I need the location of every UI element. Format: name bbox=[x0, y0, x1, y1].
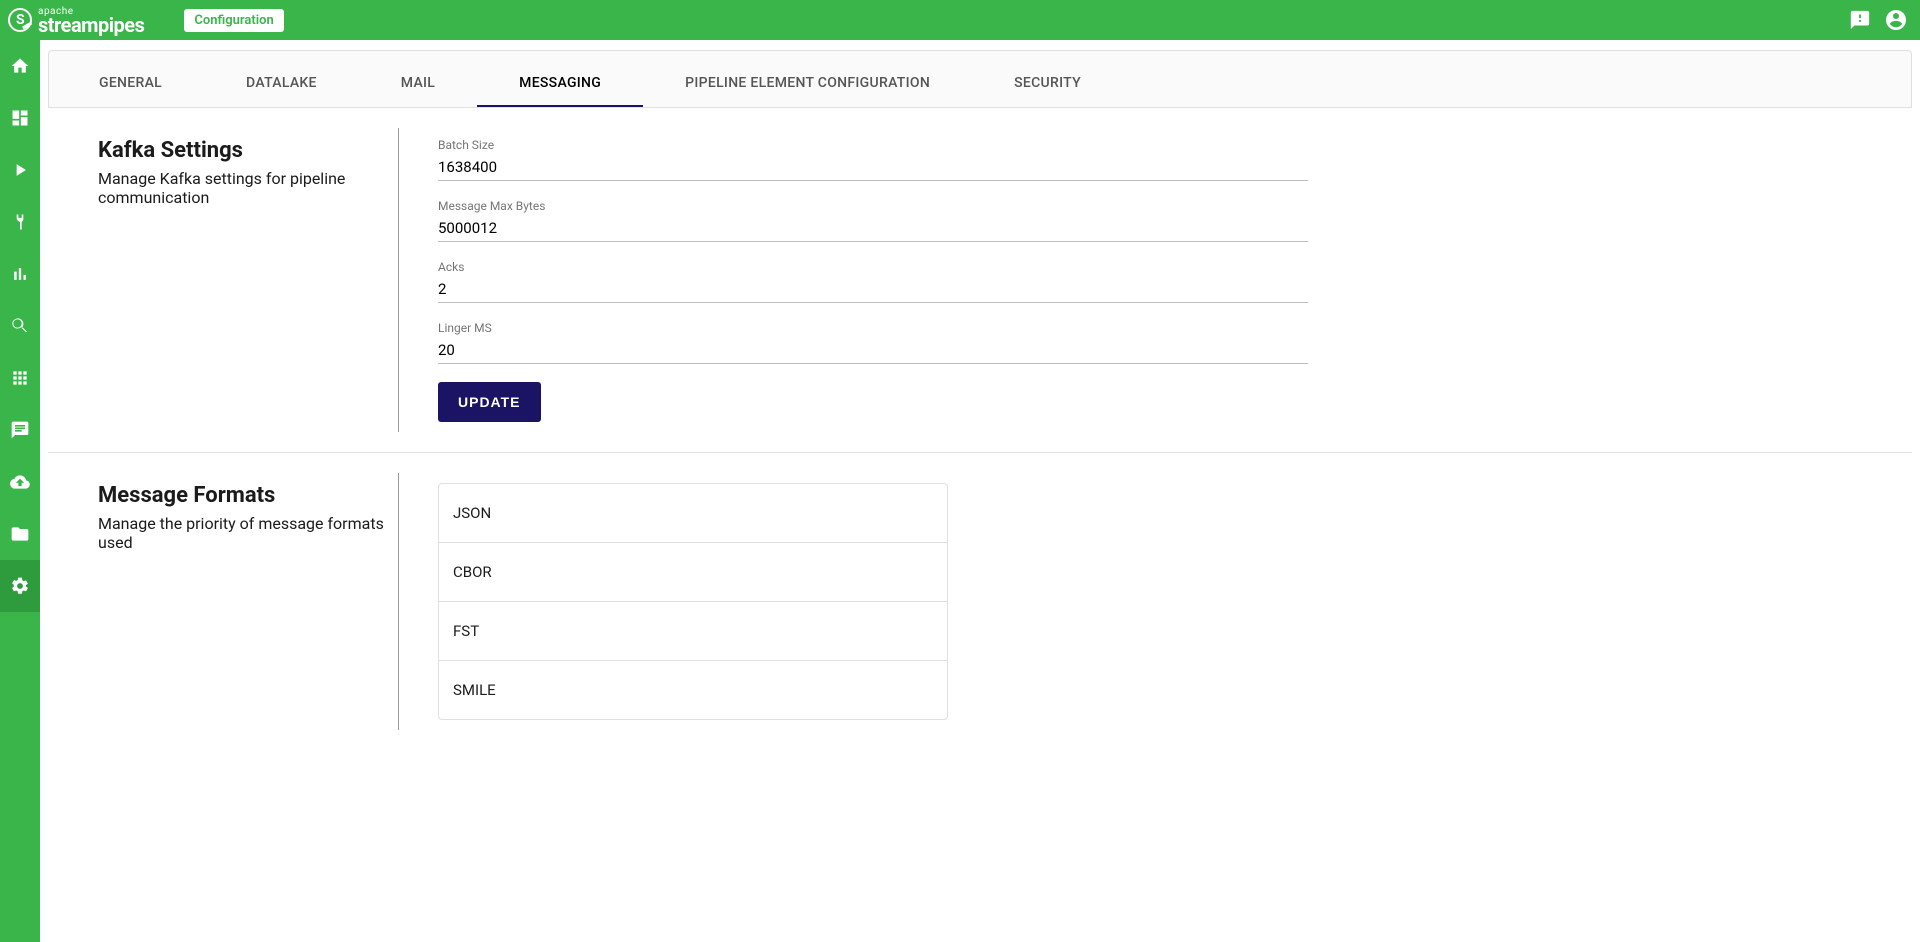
format-item-fst[interactable]: FST bbox=[439, 602, 947, 661]
kafka-form: Batch Size Message Max Bytes Acks Linger MS… bbox=[438, 138, 1862, 422]
formats-description: Manage the priority of message formats u… bbox=[98, 514, 388, 552]
field-label: Acks bbox=[438, 260, 1308, 274]
field-input-linger-ms[interactable] bbox=[438, 337, 1308, 364]
sidebar-item-home[interactable] bbox=[0, 40, 40, 92]
field-acks: Acks bbox=[438, 260, 1308, 303]
section-formats: Message Formats Manage the priority of m… bbox=[48, 453, 1912, 750]
field-label: Message Max Bytes bbox=[438, 199, 1308, 213]
field-input-message-max-bytes[interactable] bbox=[438, 215, 1308, 242]
topbar: S apache streampipes Configuration bbox=[0, 0, 1920, 40]
tab-datalake[interactable]: DATALAKE bbox=[204, 61, 359, 107]
kafka-description: Manage Kafka settings for pipeline commu… bbox=[98, 169, 388, 207]
section-kafka: Kafka Settings Manage Kafka settings for… bbox=[48, 108, 1912, 453]
formats-title: Message Formats bbox=[98, 483, 388, 508]
tab-general[interactable]: GENERAL bbox=[57, 61, 204, 107]
config-tabs: GENERALDATALAKEMAILMESSAGINGPIPELINE ELE… bbox=[48, 50, 1912, 108]
formats-list: JSONCBORFSTSMILE bbox=[438, 483, 948, 720]
update-button[interactable]: UPDATE bbox=[438, 382, 541, 422]
format-item-smile[interactable]: SMILE bbox=[439, 661, 947, 719]
tab-mail[interactable]: MAIL bbox=[359, 61, 477, 107]
tab-security[interactable]: SECURITY bbox=[972, 61, 1123, 107]
sidebar-item-apps[interactable] bbox=[0, 352, 40, 404]
sidebar-item-pipelines[interactable] bbox=[0, 144, 40, 196]
logo-mark-icon: S bbox=[8, 8, 32, 32]
sidebar-item-assets[interactable] bbox=[0, 508, 40, 560]
logo[interactable]: S apache streampipes bbox=[8, 7, 144, 34]
tab-pipeline-element-configuration[interactable]: PIPELINE ELEMENT CONFIGURATION bbox=[643, 61, 972, 107]
sidebar-item-data-explorer[interactable] bbox=[0, 248, 40, 300]
field-input-acks[interactable] bbox=[438, 276, 1308, 303]
kafka-title: Kafka Settings bbox=[98, 138, 388, 163]
context-chip[interactable]: Configuration bbox=[184, 9, 283, 32]
field-label: Linger MS bbox=[438, 321, 1308, 335]
feedback-icon[interactable] bbox=[1846, 6, 1874, 34]
account-icon[interactable] bbox=[1882, 6, 1910, 34]
sidebar-item-connect[interactable] bbox=[0, 196, 40, 248]
tab-messaging[interactable]: MESSAGING bbox=[477, 61, 643, 107]
sidebar-item-notifications[interactable] bbox=[0, 404, 40, 456]
sidebar bbox=[0, 40, 40, 942]
logo-name: streampipes bbox=[38, 13, 144, 37]
format-item-json[interactable]: JSON bbox=[439, 484, 947, 543]
field-linger-ms: Linger MS bbox=[438, 321, 1308, 364]
field-input-batch-size[interactable] bbox=[438, 154, 1308, 181]
section-divider bbox=[398, 473, 399, 730]
sidebar-item-dashboard[interactable] bbox=[0, 92, 40, 144]
section-divider bbox=[398, 128, 399, 432]
field-label: Batch Size bbox=[438, 138, 1308, 152]
field-message-max-bytes: Message Max Bytes bbox=[438, 199, 1308, 242]
sidebar-item-search[interactable] bbox=[0, 300, 40, 352]
format-item-cbor[interactable]: CBOR bbox=[439, 543, 947, 602]
sidebar-item-export[interactable] bbox=[0, 456, 40, 508]
field-batch-size: Batch Size bbox=[438, 138, 1308, 181]
sidebar-item-configuration[interactable] bbox=[0, 560, 40, 612]
main-content: GENERALDATALAKEMAILMESSAGINGPIPELINE ELE… bbox=[40, 40, 1920, 942]
